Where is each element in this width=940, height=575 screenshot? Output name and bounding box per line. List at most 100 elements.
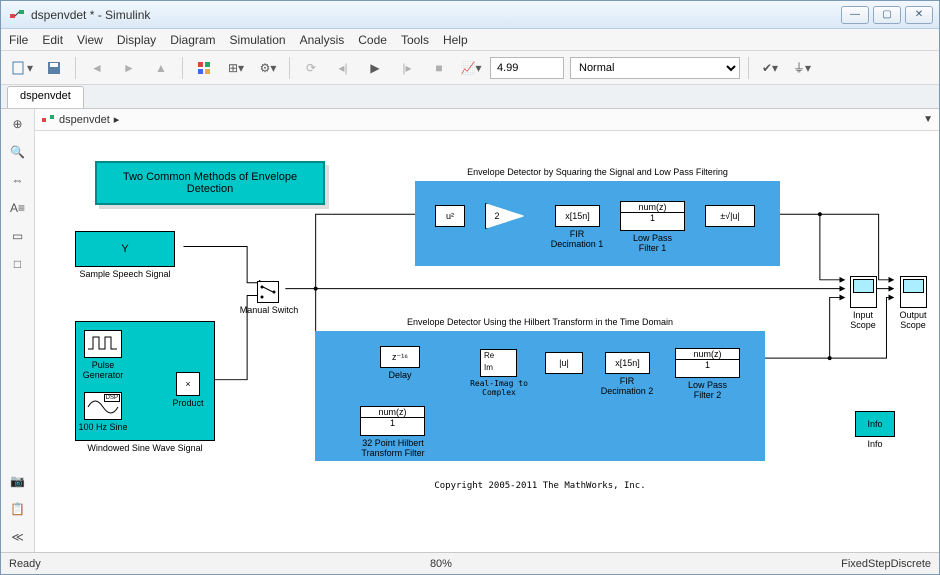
menu-code[interactable]: Code [358,33,387,47]
viewmark-icon[interactable]: □ [7,253,29,275]
copyright-text: Copyright 2005-2011 The MathWorks, Inc. [315,481,765,491]
sample-speech-caption: Sample Speech Signal [75,269,175,279]
sqrt-block[interactable]: ±√|u| [705,205,755,227]
breadcrumb: dspenvdet ▸ ▼ [35,109,939,131]
switch-icon [258,282,278,302]
stop-time-field[interactable] [490,57,564,79]
window-title: dspenvdet * - Simulink [31,8,841,22]
palette: ⊕ 🔍 ⇔ A≡ ▭ □ 📷 📋 ≪ [1,109,35,552]
info-label: Info [855,439,895,449]
menubar: File Edit View Display Diagram Simulatio… [1,29,939,51]
library-browser-button[interactable] [191,55,217,81]
input-scope-block[interactable] [850,276,877,308]
up-button[interactable]: ▲ [148,55,174,81]
statusbar: Ready 80% FixedStepDiscrete [1,552,939,574]
breadcrumb-dropdown[interactable]: ▼ [923,114,933,125]
model-config-button[interactable]: ⚙▾ [255,55,281,81]
run-button[interactable]: ▶ [362,55,388,81]
sine-label: 100 Hz Sine [78,422,128,432]
model-tab[interactable]: dspenvdet [7,86,84,108]
manual-switch-block[interactable] [257,281,279,303]
chevron-right-icon: ▸ [114,113,120,126]
info-block[interactable]: Info [855,411,895,437]
menu-simulation[interactable]: Simulation [230,33,286,47]
square-block[interactable]: u² [435,205,465,227]
tab-strip: dspenvdet [1,85,939,109]
menu-edit[interactable]: Edit [42,33,63,47]
product-block[interactable]: × [176,372,200,396]
simulation-mode-select[interactable]: Normal [570,57,740,79]
real-imag-to-complex-block[interactable]: Re Im [480,349,517,377]
hilbert-filter-block[interactable]: num(z) 1 [360,406,425,436]
fir-decimation-2-block[interactable]: x[15n] [605,352,650,374]
windowed-sine-caption: Windowed Sine Wave Signal [75,443,215,453]
nav-expand-icon[interactable]: ⊕ [7,113,29,135]
model-explorer-button[interactable]: ⊞▾ [223,55,249,81]
sub1-title: Envelope Detector by Squaring the Signal… [415,167,780,177]
dsp-badge: DSP [104,394,120,402]
fit-to-view-icon[interactable]: ⇔ [7,169,29,191]
menu-tools[interactable]: Tools [401,33,429,47]
low-pass-filter-1-block[interactable]: num(z) 1 [620,201,685,231]
output-scope-label: Output Scope [893,310,933,330]
window-controls: — ▢ ✕ [841,6,933,24]
pulse-generator-block[interactable] [84,330,122,358]
output-scope-block[interactable] [900,276,927,308]
highlight-icon[interactable]: ≪ [7,526,29,548]
status-zoom: 80% [41,558,841,570]
sub2-title: Envelope Detector Using the Hilbert Tran… [315,317,765,327]
fir-decimation-1-block[interactable]: x[15n] [555,205,600,227]
annotations-icon[interactable]: 📋 [7,498,29,520]
menu-file[interactable]: File [9,33,28,47]
toolbar: ▾ ◄ ► ▲ ⊞▾ ⚙▾ ⟳ ◂| ▶ |▸ ■ 📈▾ Normal ✔▾ ⏚… [1,51,939,85]
canvas[interactable]: Two Common Methods of Envelope Detection… [35,131,939,552]
menu-view[interactable]: View [77,33,103,47]
close-button[interactable]: ✕ [905,6,933,24]
title-annotation[interactable]: Two Common Methods of Envelope Detection [95,161,325,205]
sample-speech-signal-block[interactable]: Y [75,231,175,267]
menu-analysis[interactable]: Analysis [300,33,345,47]
save-button[interactable] [41,55,67,81]
back-button[interactable]: ◄ [84,55,110,81]
titlebar: dspenvdet * - Simulink — ▢ ✕ [1,1,939,29]
low-pass-filter-2-block[interactable]: num(z) 1 [675,348,740,378]
new-model-button[interactable]: ▾ [9,55,35,81]
toolbar-separator [182,57,183,79]
menu-help[interactable]: Help [443,33,468,47]
data-inspector-button[interactable]: 📈▾ [458,55,484,81]
maximize-button[interactable]: ▢ [873,6,901,24]
windowed-sine-subsystem[interactable]: Pulse Generator DSP 100 Hz Sine × Produc… [75,321,215,441]
pulse-icon [85,331,121,355]
toolbar-separator [75,57,76,79]
stop-button[interactable]: ■ [426,55,452,81]
update-diagram-button[interactable]: ⟳ [298,55,324,81]
status-left: Ready [9,558,41,570]
zoom-fit-icon[interactable]: 🔍 [7,141,29,163]
minimize-button[interactable]: — [841,6,869,24]
screenshot-icon[interactable]: 📷 [7,470,29,492]
step-back-button[interactable]: ◂| [330,55,356,81]
model-advisor-button[interactable]: ✔▾ [757,55,783,81]
new-icon [11,60,27,76]
simulink-icon [9,7,25,23]
annotation-icon[interactable]: A≡ [7,197,29,219]
menu-diagram[interactable]: Diagram [170,33,215,47]
save-icon [47,61,61,75]
step-forward-button[interactable]: |▸ [394,55,420,81]
forward-button[interactable]: ► [116,55,142,81]
area-icon[interactable]: ▭ [7,225,29,247]
model-icon [41,113,55,127]
manual-switch-label: Manual Switch [239,305,299,315]
product-label: Product [168,398,208,408]
delay-block[interactable]: z⁻¹⁶ [380,346,420,368]
toolbar-separator [289,57,290,79]
status-solver: FixedStepDiscrete [841,558,931,570]
abs-block[interactable]: |u| [545,352,583,374]
toolbar-separator [748,57,749,79]
menu-display[interactable]: Display [117,33,156,47]
breadcrumb-model[interactable]: dspenvdet [59,114,110,126]
input-scope-label: Input Scope [843,310,883,330]
build-button[interactable]: ⏚▾ [789,55,815,81]
pulse-label: Pulse Generator [80,360,126,380]
sine-block[interactable]: DSP [84,392,122,420]
